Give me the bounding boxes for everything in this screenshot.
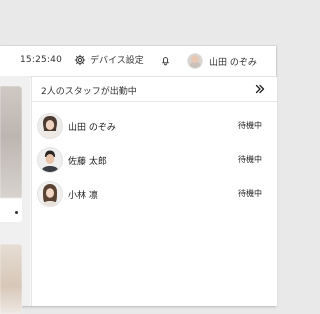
status-label: 待機中	[238, 155, 262, 164]
bell-icon[interactable]	[160, 55, 171, 66]
staff-panel: 2人のスタッフが出勤中 山田 のぞみ 待機中 佐藤 太郎 待機中 小林 凛 待機…	[31, 77, 277, 306]
preview-card[interactable]	[0, 244, 22, 314]
user-name: 山田 のぞみ	[209, 57, 257, 68]
gear-icon	[74, 54, 86, 65]
top-bar: 15:25:40 デバイス設定 山田 のぞみ	[0, 46, 276, 77]
preview-image	[0, 244, 22, 314]
staff-list-item[interactable]: 山田 のぞみ 待機中	[32, 109, 277, 143]
preview-card[interactable]	[0, 86, 22, 222]
staff-list-item[interactable]: 小林 凛 待機中	[32, 177, 277, 211]
staff-list-item[interactable]: 佐藤 太郎 待機中	[32, 143, 277, 177]
status-label: 待機中	[238, 121, 262, 130]
status-label: 待機中	[238, 189, 262, 198]
double-chevron-right-icon[interactable]	[254, 83, 266, 95]
avatar	[37, 181, 63, 207]
avatar	[37, 113, 63, 139]
staff-name: 小林 凛	[68, 191, 98, 201]
avatar	[187, 53, 203, 69]
staff-name: 佐藤 太郎	[68, 157, 107, 167]
preview-image	[0, 86, 22, 198]
device-settings-button[interactable]: デバイス設定	[74, 53, 144, 66]
preview-indicator	[15, 211, 18, 214]
staff-name: 山田 のぞみ	[68, 123, 116, 133]
app-window: 15:25:40 デバイス設定 山田 のぞみ 2人のスタッフが出勤中 山田 のぞ…	[0, 46, 277, 314]
content-preview-strip	[0, 76, 30, 314]
user-menu[interactable]: 山田 のぞみ	[187, 53, 257, 69]
staff-panel-header: 2人のスタッフが出勤中	[32, 77, 277, 102]
staff-panel-title: 2人のスタッフが出勤中	[41, 87, 137, 97]
device-settings-label: デバイス設定	[90, 56, 144, 66]
clock: 15:25:40	[20, 55, 63, 65]
avatar	[37, 147, 63, 173]
